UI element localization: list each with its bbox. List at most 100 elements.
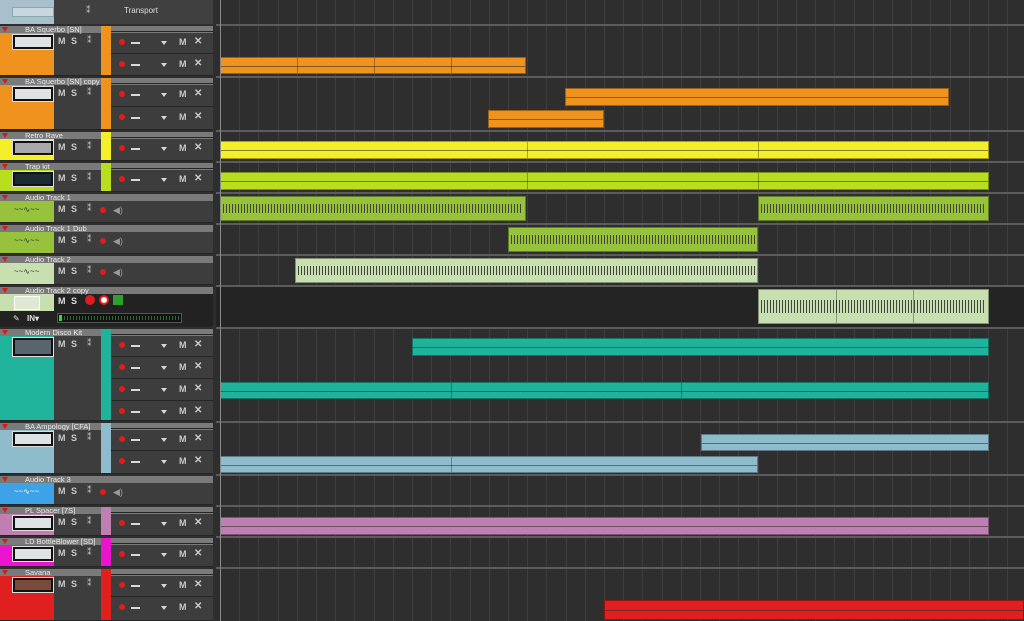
lane-add-icon[interactable]: ⁑: [87, 265, 92, 276]
audio-track-header[interactable]: Audio Track 1 Dub ~~∿~~ M S ⁑ ◀): [0, 224, 213, 254]
collapse-icon[interactable]: [2, 477, 8, 482]
audio-track-header[interactable]: Audio Track 3 ~~∿~~ M S ⁑ ◀): [0, 475, 213, 505]
device-icon[interactable]: [12, 86, 54, 102]
record-enable-icon[interactable]: [100, 489, 106, 495]
track-header[interactable]: BA Squerbo [SN] M S ⁑ M ✕ M ✕: [0, 25, 213, 76]
record-icon[interactable]: [119, 520, 125, 526]
note-clip[interactable]: [604, 600, 1024, 620]
track-name[interactable]: Audio Track 1 Dub: [25, 224, 87, 233]
lane-mute-button[interactable]: M: [179, 112, 187, 122]
track-name[interactable]: Retro Rave: [25, 131, 63, 140]
lane-add-icon[interactable]: ⁑: [87, 547, 92, 558]
track-name[interactable]: Audio Track 1: [25, 193, 71, 202]
solo-button[interactable]: S: [71, 36, 77, 46]
note-lane-row[interactable]: M ✕: [111, 106, 213, 128]
note-lane-row[interactable]: M ✕: [111, 450, 213, 472]
collapse-icon[interactable]: [2, 508, 8, 513]
lane-delete-icon[interactable]: ✕: [194, 383, 202, 394]
lane-mute-button[interactable]: M: [179, 518, 187, 528]
lane-mute-button[interactable]: M: [179, 59, 187, 69]
track-name[interactable]: Trap kit: [25, 162, 50, 171]
chevron-down-icon[interactable]: [161, 410, 167, 414]
collapse-icon[interactable]: [2, 195, 8, 200]
chevron-down-icon[interactable]: [161, 584, 167, 588]
chevron-down-icon[interactable]: [161, 178, 167, 182]
device-icon[interactable]: [12, 431, 54, 447]
lane-mute-button[interactable]: M: [179, 89, 187, 99]
note-lane-row[interactable]: M ✕: [111, 83, 213, 105]
collapse-icon[interactable]: [2, 257, 8, 262]
note-lane-row[interactable]: M ✕: [111, 596, 213, 618]
record-enable-icon[interactable]: [100, 238, 106, 244]
lane-delete-icon[interactable]: ✕: [194, 548, 202, 559]
lane-add-icon[interactable]: ⁑: [87, 172, 92, 183]
chevron-down-icon[interactable]: [161, 438, 167, 442]
mute-button[interactable]: M: [58, 486, 66, 496]
lane-delete-icon[interactable]: ✕: [194, 455, 202, 466]
mute-button[interactable]: M: [58, 296, 66, 306]
chevron-down-icon[interactable]: [161, 41, 167, 45]
note-clip[interactable]: [565, 88, 949, 106]
track-name[interactable]: Audio Track 2 copy: [25, 286, 89, 295]
lane-delete-icon[interactable]: ✕: [194, 433, 202, 444]
chevron-down-icon[interactable]: [161, 147, 167, 151]
solo-button[interactable]: S: [71, 579, 77, 589]
chevron-down-icon[interactable]: [161, 93, 167, 97]
record-icon[interactable]: [119, 582, 125, 588]
drum-kit-icon[interactable]: [12, 171, 54, 187]
collapse-icon[interactable]: [2, 27, 8, 32]
solo-button[interactable]: S: [71, 266, 77, 276]
lane-delete-icon[interactable]: ✕: [194, 142, 202, 153]
note-clip[interactable]: [701, 434, 989, 451]
song-start-marker[interactable]: [220, 0, 221, 621]
lane-add-icon[interactable]: ⁑: [87, 87, 92, 98]
mute-button[interactable]: M: [58, 36, 66, 46]
audio-clip[interactable]: [758, 196, 989, 221]
mute-button[interactable]: M: [58, 88, 66, 98]
solo-button[interactable]: S: [71, 235, 77, 245]
collapse-icon[interactable]: [2, 133, 8, 138]
device-icon[interactable]: [12, 515, 54, 531]
lane-mute-button[interactable]: M: [179, 384, 187, 394]
note-clip[interactable]: [220, 456, 758, 473]
lane-delete-icon[interactable]: ✕: [194, 339, 202, 350]
lane-delete-icon[interactable]: ✕: [194, 579, 202, 590]
lane-mute-button[interactable]: M: [179, 143, 187, 153]
lane-delete-icon[interactable]: ✕: [194, 173, 202, 184]
collapse-icon[interactable]: [2, 330, 8, 335]
solo-button[interactable]: S: [71, 204, 77, 214]
note-lane-row[interactable]: M ✕: [111, 543, 213, 565]
lane-mute-button[interactable]: M: [179, 549, 187, 559]
solo-button[interactable]: S: [71, 339, 77, 349]
note-lane-row[interactable]: M ✕: [111, 356, 213, 378]
note-lane-row[interactable]: M ✕: [111, 137, 213, 159]
lane-delete-icon[interactable]: ✕: [194, 405, 202, 416]
chevron-down-icon[interactable]: [161, 116, 167, 120]
record-icon[interactable]: [119, 91, 125, 97]
record-icon[interactable]: [119, 551, 125, 557]
mute-button[interactable]: M: [58, 339, 66, 349]
record-icon[interactable]: [119, 61, 125, 67]
lane-delete-icon[interactable]: ✕: [194, 517, 202, 528]
rec-arm-icon[interactable]: [85, 295, 95, 305]
mute-button[interactable]: M: [58, 517, 66, 527]
mute-button[interactable]: M: [58, 266, 66, 276]
lane-add-icon[interactable]: ⁑: [87, 578, 92, 589]
monitor-speaker-icon[interactable]: [113, 295, 123, 305]
record-icon[interactable]: [119, 114, 125, 120]
record-enable-icon[interactable]: [100, 269, 106, 275]
chevron-down-icon[interactable]: [161, 606, 167, 610]
audio-clip[interactable]: [508, 227, 758, 252]
record-icon[interactable]: [119, 458, 125, 464]
track-header[interactable]: Modern Disco Kit M S ⁑ M ✕ M ✕ M ✕ M ✕: [0, 328, 213, 421]
collapse-icon[interactable]: [2, 539, 8, 544]
monitor-speaker-icon[interactable]: ◀): [113, 236, 123, 247]
track-header[interactable]: Savana M S ⁑ M ✕ M ✕: [0, 568, 213, 621]
collapse-icon[interactable]: [2, 164, 8, 169]
lane-delete-icon[interactable]: ✕: [194, 36, 202, 47]
mute-button[interactable]: M: [58, 204, 66, 214]
monitor-speaker-icon[interactable]: ◀): [113, 267, 123, 278]
lane-mute-button[interactable]: M: [179, 37, 187, 47]
record-icon[interactable]: [119, 436, 125, 442]
solo-button[interactable]: S: [71, 173, 77, 183]
